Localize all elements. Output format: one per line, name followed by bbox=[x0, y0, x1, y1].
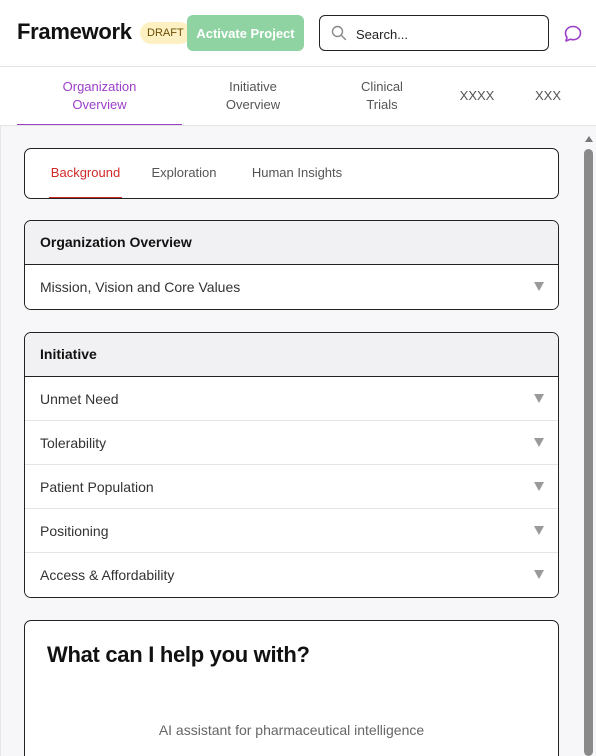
accordion-item-tolerability[interactable]: Tolerability bbox=[25, 421, 558, 465]
tab-label-line2: Overview bbox=[225, 97, 281, 112]
chevron-down-icon bbox=[534, 282, 544, 291]
tab-clinical-trials[interactable]: Clinical Trials bbox=[326, 67, 438, 125]
accordion-label: Mission, Vision and Core Values bbox=[40, 279, 241, 295]
accordion-label: Access & Affordability bbox=[40, 567, 175, 583]
accordion-item-positioning[interactable]: Positioning bbox=[25, 509, 558, 553]
scroll-up-arrow-icon[interactable] bbox=[585, 136, 593, 142]
sub-tab-bar: Background Exploration Human Insights bbox=[24, 148, 559, 199]
accordion-label: Patient Population bbox=[40, 479, 154, 495]
subtab-human-insights[interactable]: Human Insights bbox=[249, 149, 345, 198]
tab-label: XXX bbox=[534, 88, 561, 103]
accordion-item-access-affordability[interactable]: Access & Affordability bbox=[25, 553, 558, 597]
tab-label: XXXX bbox=[459, 88, 495, 103]
section-title: Initiative bbox=[25, 333, 558, 377]
accordion-item-unmet-need[interactable]: Unmet Need bbox=[25, 377, 558, 421]
app-title: Framework bbox=[17, 19, 132, 44]
tab-label-line1: Clinical bbox=[361, 79, 403, 94]
chevron-down-icon bbox=[534, 438, 544, 447]
tab-xxx[interactable]: XXX bbox=[518, 67, 578, 125]
tab-initiative-overview[interactable]: Initiative Overview bbox=[190, 67, 316, 125]
tab-label-line2: Trials bbox=[366, 97, 398, 112]
search-input[interactable] bbox=[356, 24, 536, 44]
organization-overview-card: Organization Overview Mission, Vision an… bbox=[24, 220, 559, 310]
initiative-card: Initiative Unmet Need Tolerability Patie… bbox=[24, 332, 559, 598]
assistant-title: What can I help you with? bbox=[47, 642, 310, 667]
chevron-down-icon bbox=[534, 570, 544, 579]
search-icon bbox=[331, 25, 347, 41]
assistant-subtitle: AI assistant for pharmaceutical intellig… bbox=[158, 722, 425, 738]
search-box[interactable] bbox=[319, 15, 549, 51]
accordion-label: Positioning bbox=[40, 523, 109, 539]
tab-xxxx[interactable]: XXXX bbox=[446, 67, 508, 125]
app-header: Framework DRAFT Activate Project bbox=[0, 0, 596, 67]
scrollbar-thumb[interactable] bbox=[584, 149, 593, 756]
accordion-label: Tolerability bbox=[40, 435, 107, 451]
status-badge: DRAFT bbox=[140, 22, 191, 44]
section-title: Organization Overview bbox=[25, 221, 558, 265]
accordion-label: Unmet Need bbox=[40, 391, 119, 407]
tab-label-line2: Overview bbox=[72, 96, 127, 112]
tab-organization-overview[interactable]: Organization Overview bbox=[17, 67, 182, 125]
accordion-item-patient-population[interactable]: Patient Population bbox=[25, 465, 558, 509]
tab-label-line1: Initiative bbox=[229, 79, 277, 94]
top-tab-bar: Organization Overview Initiative Overview … bbox=[0, 67, 596, 126]
activate-project-button[interactable]: Activate Project bbox=[187, 15, 304, 51]
subtab-background[interactable]: Background bbox=[49, 149, 122, 198]
ai-assistant-panel: What can I help you with? AI assistant f… bbox=[24, 620, 559, 756]
chat-bubble-icon[interactable] bbox=[563, 24, 583, 44]
accordion-item-mission[interactable]: Mission, Vision and Core Values bbox=[25, 265, 558, 309]
chevron-down-icon bbox=[534, 526, 544, 535]
chevron-down-icon bbox=[534, 482, 544, 491]
chevron-down-icon bbox=[534, 394, 544, 403]
tab-label-line1: Organization bbox=[62, 78, 137, 94]
subtab-exploration[interactable]: Exploration bbox=[149, 149, 219, 198]
